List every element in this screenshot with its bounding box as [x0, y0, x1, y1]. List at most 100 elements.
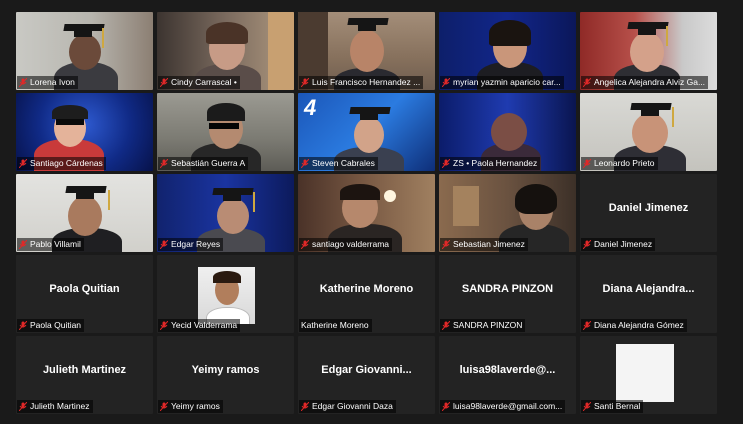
participant-tile[interactable]: Luis Francisco Hernandez ...: [298, 12, 435, 90]
mic-muted-icon: [301, 240, 309, 249]
participant-name: Santi Bernal: [594, 401, 641, 411]
participant-name-label: ZS • Paola Hernandez: [440, 157, 541, 170]
participant-name-label: Cindy Carrascal •: [158, 76, 240, 89]
participant-name: Sebastián Guerra A: [171, 158, 246, 168]
mic-muted-icon: [19, 321, 27, 330]
participant-name-label: Steven Cabrales: [299, 157, 378, 170]
participant-name: luisa98laverde@gmail.com...: [453, 401, 563, 411]
mic-muted-icon: [19, 402, 27, 411]
participant-name: myrian yazmin aparicio car...: [453, 77, 561, 87]
participant-name: Edgar Giovanni Daza: [312, 401, 393, 411]
mic-muted-icon: [442, 321, 450, 330]
participant-tile[interactable]: Cindy Carrascal •: [157, 12, 294, 90]
participant-tile[interactable]: Lorena Ivon: [16, 12, 153, 90]
participant-tile[interactable]: Angelica Alejandra Alviz Ga...: [580, 12, 717, 90]
participant-tile[interactable]: Pablo Villamil: [16, 174, 153, 252]
participant-name: Luis Francisco Hernandez ...: [312, 77, 421, 87]
participant-display-name: Paola Quitian: [49, 283, 120, 295]
participant-tile[interactable]: Paola Quitian Paola Quitian: [16, 255, 153, 333]
participant-name: Leonardo Prieto: [594, 158, 655, 168]
participant-name-label: Katherine Moreno: [299, 319, 372, 332]
mic-muted-icon: [301, 402, 309, 411]
gallery-grid: Lorena Ivon Cindy Carrascal • Luis Franc…: [16, 12, 720, 416]
participant-tile[interactable]: Daniel Jimenez Daniel Jimenez: [580, 174, 717, 252]
mic-muted-icon: [583, 402, 591, 411]
participant-name-label: Pablo Villamil: [17, 238, 84, 251]
participant-name: Pablo Villamil: [30, 239, 81, 249]
participant-name-label: Edgar Reyes: [158, 238, 224, 251]
participant-tile[interactable]: Edgar Reyes: [157, 174, 294, 252]
channel-logo: 4: [304, 95, 317, 120]
profile-photo: [616, 344, 674, 402]
participant-tile[interactable]: Edgar Giovanni... Edgar Giovanni Daza: [298, 336, 435, 414]
mic-muted-icon: [583, 240, 591, 249]
participant-name-label: Santi Bernal: [581, 400, 644, 413]
mic-muted-icon: [19, 78, 27, 87]
participant-name: Sebastian Jimenez: [453, 239, 525, 249]
participant-name-label: Diana Alejandra Gómez: [581, 319, 687, 332]
participant-tile[interactable]: SANDRA PINZON SANDRA PINZON: [439, 255, 576, 333]
participant-name: Lorena Ivon: [30, 77, 75, 87]
participant-name-label: Sebastián Guerra A: [158, 157, 249, 170]
participant-tile[interactable]: Sebastian Jimenez: [439, 174, 576, 252]
participant-display-name: Diana Alejandra...: [602, 283, 695, 295]
participant-tile[interactable]: Yecid Valderrama: [157, 255, 294, 333]
participant-name: Steven Cabrales: [312, 158, 375, 168]
mic-muted-icon: [160, 159, 168, 168]
participant-name: santiago valderrama: [312, 239, 390, 249]
participant-tile[interactable]: Santi Bernal: [580, 336, 717, 414]
participant-name-label: Daniel Jimenez: [581, 238, 656, 251]
participant-name: Yecid Valderrama: [171, 320, 238, 330]
mic-muted-icon: [442, 159, 450, 168]
participant-display-name: Julieth Martinez: [42, 364, 127, 376]
participant-name-label: santiago valderrama: [299, 238, 393, 251]
participant-tile[interactable]: Leonardo Prieto: [580, 93, 717, 171]
participant-name: Cindy Carrascal •: [171, 77, 237, 87]
participant-name-label: Lorena Ivon: [17, 76, 78, 89]
participant-name-label: SANDRA PINZON: [440, 319, 526, 332]
participant-name-label: Luis Francisco Hernandez ...: [299, 76, 424, 89]
participant-name-label: Julieth Martinez: [17, 400, 93, 413]
participant-name: Angelica Alejandra Alviz Ga...: [594, 77, 706, 87]
participant-name: Katherine Moreno: [301, 320, 369, 330]
participant-name-label: Santiago Cárdenas: [17, 157, 106, 170]
participant-display-name: SANDRA PINZON: [461, 283, 554, 295]
participant-name: Santiago Cárdenas: [30, 158, 103, 168]
participant-tile[interactable]: Julieth Martinez Julieth Martinez: [16, 336, 153, 414]
participant-name: Paola Quitian: [30, 320, 82, 330]
mic-muted-icon: [19, 240, 27, 249]
mic-muted-icon: [583, 321, 591, 330]
participant-tile[interactable]: Yeimy ramos Yeimy ramos: [157, 336, 294, 414]
participant-tile[interactable]: santiago valderrama: [298, 174, 435, 252]
participant-tile[interactable]: Katherine Moreno Katherine Moreno: [298, 255, 435, 333]
participant-name: Edgar Reyes: [171, 239, 221, 249]
participant-name-label: Edgar Giovanni Daza: [299, 400, 396, 413]
participant-tile[interactable]: ZS • Paola Hernandez: [439, 93, 576, 171]
mic-muted-icon: [301, 78, 309, 87]
participant-name-label: Angelica Alejandra Alviz Ga...: [581, 76, 709, 89]
participant-tile[interactable]: Diana Alejandra... Diana Alejandra Gómez: [580, 255, 717, 333]
participant-name-label: Yeimy ramos: [158, 400, 223, 413]
participant-tile[interactable]: Sebastián Guerra A: [157, 93, 294, 171]
participant-display-name: Yeimy ramos: [191, 364, 260, 376]
mic-muted-icon: [160, 402, 168, 411]
mic-muted-icon: [583, 159, 591, 168]
mic-muted-icon: [19, 159, 27, 168]
mic-muted-icon: [160, 321, 168, 330]
mic-muted-icon: [160, 78, 168, 87]
profile-photo: [198, 267, 255, 324]
participant-name-label: Yecid Valderrama: [158, 319, 241, 332]
mic-muted-icon: [442, 402, 450, 411]
participant-tile[interactable]: Santiago Cárdenas: [16, 93, 153, 171]
participant-display-name: Daniel Jimenez: [608, 202, 689, 214]
participant-name-label: myrian yazmin aparicio car...: [440, 76, 564, 89]
participant-name-label: Paola Quitian: [17, 319, 85, 332]
mic-muted-icon: [160, 240, 168, 249]
participant-tile[interactable]: 4 Steven Cabrales: [298, 93, 435, 171]
participant-name: Yeimy ramos: [171, 401, 220, 411]
mic-muted-icon: [301, 159, 309, 168]
participant-display-name: luisa98laverde@...: [459, 364, 556, 376]
participant-name-label: luisa98laverde@gmail.com...: [440, 400, 566, 413]
participant-tile[interactable]: luisa98laverde@... luisa98laverde@gmail.…: [439, 336, 576, 414]
participant-tile[interactable]: myrian yazmin aparicio car...: [439, 12, 576, 90]
